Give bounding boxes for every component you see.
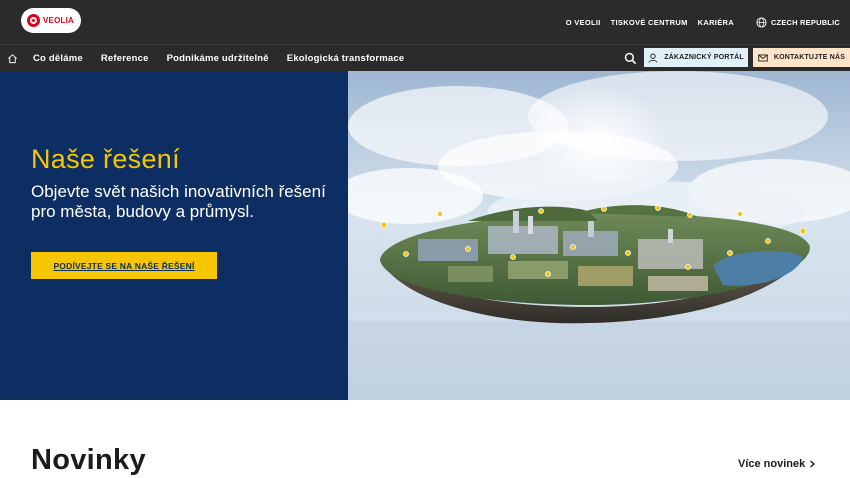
floating-island-illustration bbox=[348, 71, 850, 400]
nav-item-ekologicka-transformace[interactable]: Ekologická transformace bbox=[287, 53, 405, 64]
globe-icon bbox=[756, 16, 767, 28]
top-link-o-veolii[interactable]: O VEOLII bbox=[566, 18, 601, 27]
logo-text: VEOLIA bbox=[43, 16, 74, 25]
contact-button[interactable]: KONTAKTUJTE NÁS bbox=[753, 48, 850, 67]
hero-text: Objevte svět našich inovativních řešení … bbox=[31, 182, 326, 221]
hero-panel: Naše řešení Objevte svět našich inovativ… bbox=[0, 71, 348, 400]
customer-portal-button[interactable]: ZÁKAZNICKÝ PORTÁL bbox=[644, 48, 748, 67]
nav-items: Co děláme Reference Podnikáme udržitelně… bbox=[33, 45, 422, 72]
news-title: Novinky bbox=[31, 444, 146, 476]
more-news-link[interactable]: Více novinek bbox=[738, 458, 816, 470]
search-icon[interactable] bbox=[624, 52, 637, 65]
envelope-icon bbox=[758, 54, 768, 61]
top-link-tiskove-centrum[interactable]: TISKOVÉ CENTRUM bbox=[611, 18, 688, 27]
country-selector[interactable]: CZECH REPUBLIC bbox=[756, 16, 840, 28]
hero-cta-button[interactable]: PODÍVEJTE SE NA NAŠE ŘEŠENÍ bbox=[31, 252, 217, 279]
top-links: O VEOLII TISKOVÉ CENTRUM KARIÉRA CZECH R… bbox=[556, 0, 850, 44]
veolia-logo[interactable]: VEOLIA bbox=[21, 8, 81, 33]
nav-item-reference[interactable]: Reference bbox=[101, 53, 149, 64]
customer-portal-label: ZÁKAZNICKÝ PORTÁL bbox=[664, 54, 744, 61]
hero-image bbox=[348, 71, 850, 400]
top-link-kariera[interactable]: KARIÉRA bbox=[698, 18, 734, 27]
home-icon[interactable] bbox=[7, 53, 18, 64]
nav-item-co-delame[interactable]: Co děláme bbox=[33, 53, 83, 64]
chevron-right-icon bbox=[810, 460, 816, 468]
hero-title: Naše řešení bbox=[31, 144, 180, 174]
more-news-label: Více novinek bbox=[738, 458, 806, 470]
contact-label: KONTAKTUJTE NÁS bbox=[773, 54, 846, 61]
user-icon bbox=[648, 53, 658, 63]
nav-item-podnikame-udrzitelne[interactable]: Podnikáme udržitelně bbox=[167, 53, 269, 64]
top-bar: VEOLIA O VEOLII TISKOVÉ CENTRUM KARIÉRA … bbox=[0, 0, 850, 44]
veolia-logo-icon bbox=[27, 14, 40, 27]
country-label: CZECH REPUBLIC bbox=[770, 17, 840, 27]
